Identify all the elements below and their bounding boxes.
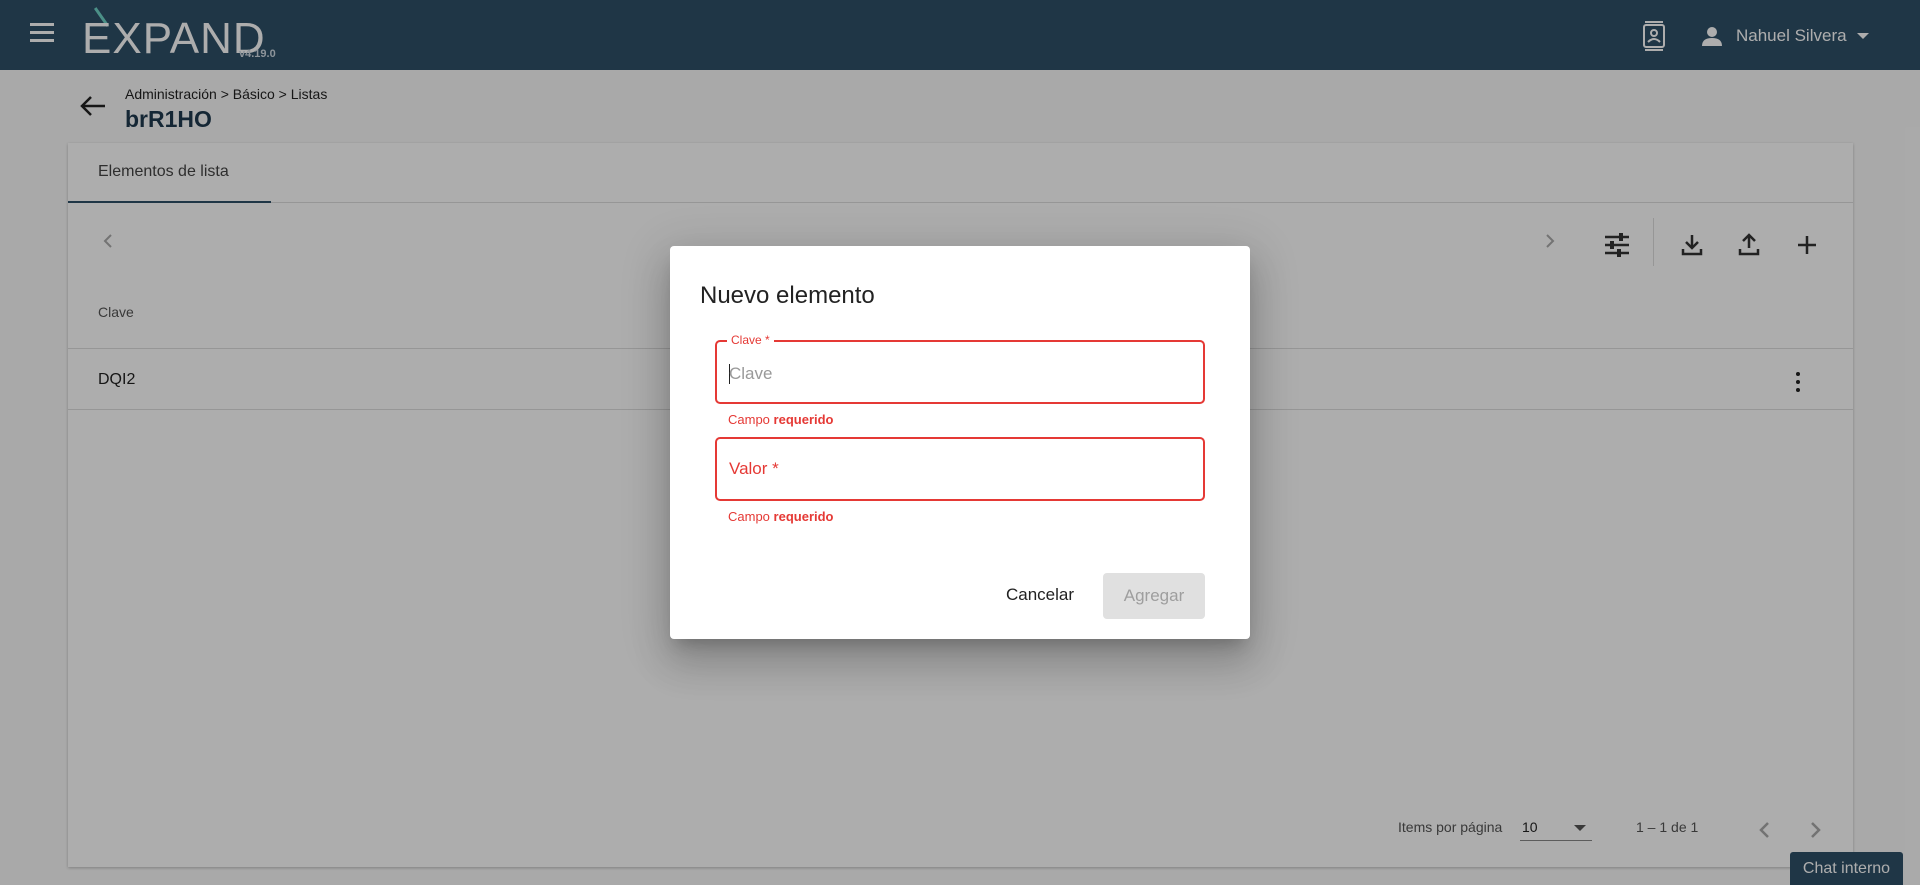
cancel-button[interactable]: Cancelar [990, 573, 1090, 617]
valor-error-bold: requerido [773, 509, 834, 524]
clave-error: Campo requerido [728, 412, 834, 427]
valor-error: Campo requerido [728, 509, 834, 524]
clave-float-label: Clave * [727, 333, 774, 347]
clave-error-prefix: Campo [728, 412, 770, 427]
add-button[interactable]: Agregar [1103, 573, 1205, 619]
clave-error-bold: requerido [773, 412, 834, 427]
clave-input[interactable] [729, 360, 1189, 388]
dialog-title: Nuevo elemento [700, 282, 875, 309]
clave-field[interactable]: Clave * [715, 333, 1205, 404]
valor-field[interactable]: Valor * [715, 437, 1205, 501]
valor-error-prefix: Campo [728, 509, 770, 524]
valor-label: Valor * [729, 459, 779, 478]
nuevo-elemento-dialog: Nuevo elemento Clave * Campo requerido V… [670, 246, 1250, 639]
